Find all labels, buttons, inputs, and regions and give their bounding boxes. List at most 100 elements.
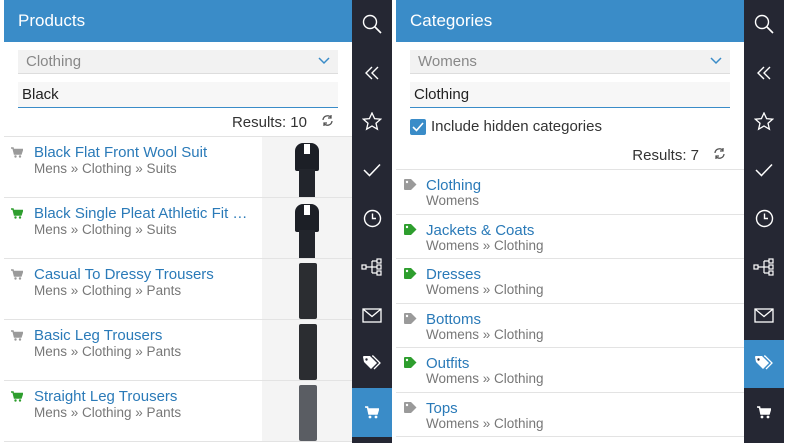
category-title[interactable]: Tops — [426, 400, 458, 417]
product-thumbnail — [262, 320, 352, 380]
sidebar-check-button[interactable] — [352, 146, 392, 195]
clock-icon — [755, 209, 774, 228]
sidebar-mail-button[interactable] — [352, 291, 392, 340]
sidebar-clock-button[interactable] — [352, 194, 392, 243]
category-path: Womens » Clothing — [426, 237, 544, 253]
product-thumbnail — [262, 198, 352, 258]
product-row[interactable]: Black Single Pleat Athletic Fit … Mens » … — [4, 198, 352, 259]
refresh-icon[interactable] — [321, 114, 334, 130]
sidebar-mail-button[interactable] — [744, 291, 784, 340]
category-title[interactable]: Outfits — [426, 355, 469, 372]
sidebar-check-button[interactable] — [744, 146, 784, 195]
sidebar-search-button[interactable] — [744, 0, 784, 49]
mail-icon — [754, 308, 774, 323]
tags-icon — [362, 355, 382, 373]
products-search-input[interactable] — [18, 82, 338, 108]
sidebar-collapse-button[interactable] — [352, 49, 392, 98]
cart-icon — [11, 269, 24, 283]
sidebar-collapse-button[interactable] — [744, 49, 784, 98]
categories-search-input[interactable] — [410, 82, 730, 108]
tree-icon — [753, 258, 775, 276]
product-thumbnail — [262, 381, 352, 441]
category-row[interactable]: Bottoms Womens » Clothing — [396, 304, 744, 348]
products-panel: Products Clothing Results: 10 Black Flat… — [4, 0, 352, 443]
product-row[interactable]: Basic Leg Trousers Mens » Clothing » Pant… — [4, 320, 352, 381]
product-path: Mens » Clothing » Pants — [34, 344, 182, 359]
categories-list: Clothing Womens Jackets & Coats Womens » Cl… — [396, 169, 744, 437]
category-title[interactable]: Bottoms — [426, 311, 481, 328]
sidebar-tags-button[interactable] — [744, 339, 784, 388]
star-icon — [754, 111, 774, 131]
products-category-value: Clothing — [26, 53, 82, 70]
product-title[interactable]: Casual To Dressy Trousers — [34, 266, 256, 283]
product-row[interactable]: Straight Leg Trousers Mens » Clothing » P… — [4, 381, 352, 442]
sidebar-star-button[interactable] — [744, 97, 784, 146]
tag-icon — [404, 357, 417, 368]
tree-icon — [361, 258, 383, 276]
products-header: Products — [4, 0, 352, 42]
product-path: Mens » Clothing » Pants — [34, 283, 182, 298]
products-title: Products — [18, 11, 86, 30]
sidebar-clock-button[interactable] — [744, 194, 784, 243]
cart-icon — [11, 147, 24, 161]
product-path: Mens » Clothing » Pants — [34, 405, 182, 420]
category-row[interactable]: Clothing Womens — [396, 170, 744, 215]
category-title[interactable]: Jackets & Coats — [426, 222, 534, 239]
sidebar-tags-button[interactable] — [352, 340, 392, 389]
tag-icon — [404, 401, 417, 413]
category-row[interactable]: Jackets & Coats Womens » Clothing — [396, 215, 744, 259]
product-title[interactable]: Black Flat Front Wool Suit — [34, 144, 256, 161]
category-path: Womens » Clothing — [426, 282, 544, 297]
sidebar-star-button[interactable] — [352, 97, 392, 146]
category-title[interactable]: Dresses — [426, 266, 481, 283]
products-category-select[interactable]: Clothing — [18, 50, 338, 74]
mail-icon — [362, 308, 382, 323]
sidebar-cart-button[interactable] — [352, 388, 392, 437]
sidebar-tree-button[interactable] — [744, 243, 784, 292]
tag-icon — [404, 312, 417, 324]
categories-catalog-select[interactable]: Womens — [410, 50, 730, 74]
products-list: Black Flat Front Wool Suit Mens » Clothin… — [4, 136, 352, 442]
category-row[interactable]: Tops Womens » Clothing — [396, 393, 744, 437]
include-hidden-checkbox-row[interactable]: Include hidden categories — [410, 118, 730, 135]
check-icon — [363, 163, 381, 177]
categories-panel: Categories Womens Include hidden categor… — [396, 0, 744, 443]
categories-sidebar — [744, 0, 784, 443]
search-icon — [362, 14, 382, 34]
collapse-icon — [756, 66, 772, 80]
sidebar-tree-button[interactable] — [352, 243, 392, 292]
product-thumbnail — [262, 137, 352, 197]
refresh-icon[interactable] — [713, 147, 726, 163]
sidebar-cart-button[interactable] — [744, 388, 784, 437]
category-path: Womens » Clothing — [426, 371, 544, 386]
product-title[interactable]: Straight Leg Trousers — [34, 388, 256, 405]
category-row[interactable]: Dresses Womens » Clothing — [396, 259, 744, 304]
categories-title: Categories — [410, 11, 493, 30]
category-title[interactable]: Clothing — [426, 177, 481, 194]
products-sidebar — [352, 0, 392, 443]
cart-icon — [11, 330, 24, 344]
products-results-count: Results: 10 — [231, 113, 307, 131]
product-title[interactable]: Basic Leg Trousers — [34, 327, 256, 344]
chevron-down-icon — [318, 56, 330, 68]
cart-icon — [11, 208, 24, 222]
product-title[interactable]: Black Single Pleat Athletic Fit … — [34, 205, 256, 222]
cart-icon — [11, 391, 24, 405]
product-thumbnail — [262, 259, 352, 319]
product-path: Mens » Clothing » Suits — [34, 161, 177, 176]
sidebar-search-button[interactable] — [352, 0, 392, 49]
category-path: Womens — [426, 193, 480, 208]
search-icon — [754, 14, 774, 34]
collapse-icon — [364, 66, 380, 80]
product-row[interactable]: Black Flat Front Wool Suit Mens » Clothin… — [4, 137, 352, 198]
star-icon — [362, 111, 382, 131]
categories-catalog-value: Womens — [418, 53, 477, 70]
product-row[interactable]: Casual To Dressy Trousers Mens » Clothing… — [4, 259, 352, 320]
product-path: Mens » Clothing » Suits — [34, 222, 177, 237]
categories-results-row: Results: 7 — [396, 141, 744, 169]
cart-icon — [365, 405, 379, 419]
categories-header: Categories — [396, 0, 744, 42]
include-hidden-checkbox[interactable] — [410, 118, 426, 135]
tag-icon — [404, 179, 417, 190]
category-row[interactable]: Outfits Womens » Clothing — [396, 348, 744, 393]
